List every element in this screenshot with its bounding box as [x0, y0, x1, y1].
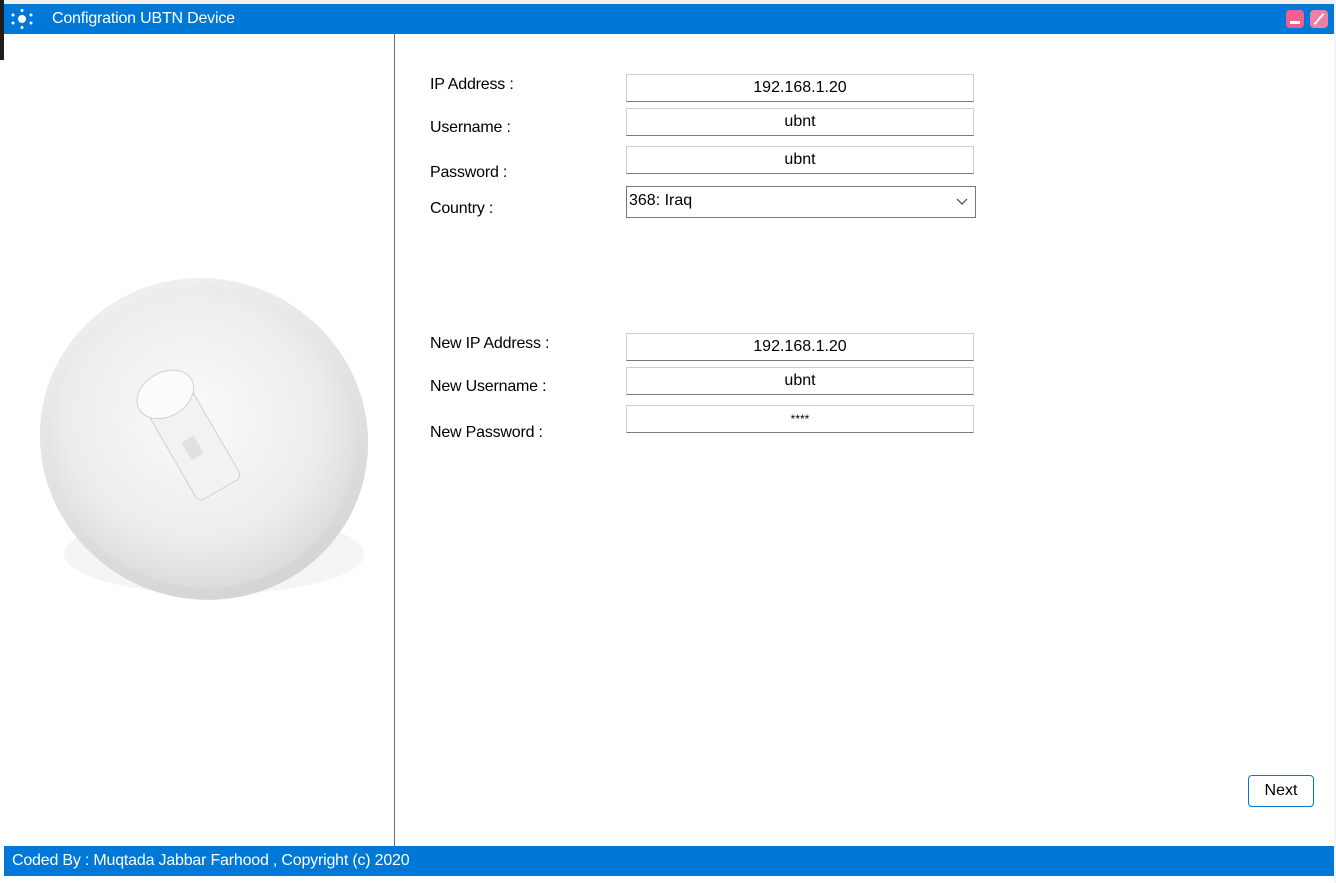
next-button[interactable]: Next	[1248, 775, 1314, 807]
chevron-down-icon	[956, 198, 968, 205]
antenna-dish-image	[39, 278, 369, 600]
status-bar: Coded By : Muqtada Jabbar Farhood , Copy…	[4, 846, 1334, 876]
username-input[interactable]	[626, 108, 974, 136]
window-title: Configration UBTN Device	[52, 10, 235, 27]
password-input[interactable]	[626, 146, 974, 174]
country-label: Country :	[430, 200, 494, 217]
main-window: Configration UBTN Device IP Address: 19…	[4, 4, 1334, 878]
country-select[interactable]: 368: Iraq	[626, 186, 976, 218]
title-bar[interactable]: Configration UBTN Device	[4, 4, 1334, 34]
new-ip-address-label: New IP Address :	[430, 335, 550, 352]
new-password-label: New Password :	[430, 424, 543, 441]
copyright-text: Coded By : Muqtada Jabbar Farhood , Copy…	[12, 852, 410, 869]
new-username-label: New Username :	[430, 378, 547, 395]
password-label: Password :	[430, 164, 508, 181]
ubnt-logo-icon	[11, 9, 33, 29]
ip-address-label: IP Address :	[430, 76, 514, 93]
image-panel	[4, 34, 395, 846]
country-selected-value: 368: Iraq	[629, 192, 693, 209]
username-label: Username :	[430, 119, 511, 136]
ip-address-input[interactable]	[626, 74, 974, 102]
close-button[interactable]	[1310, 10, 1328, 28]
new-ip-address-input[interactable]	[626, 333, 974, 361]
minimize-button[interactable]	[1286, 10, 1304, 28]
new-password-input[interactable]	[626, 405, 974, 433]
new-username-input[interactable]	[626, 367, 974, 395]
